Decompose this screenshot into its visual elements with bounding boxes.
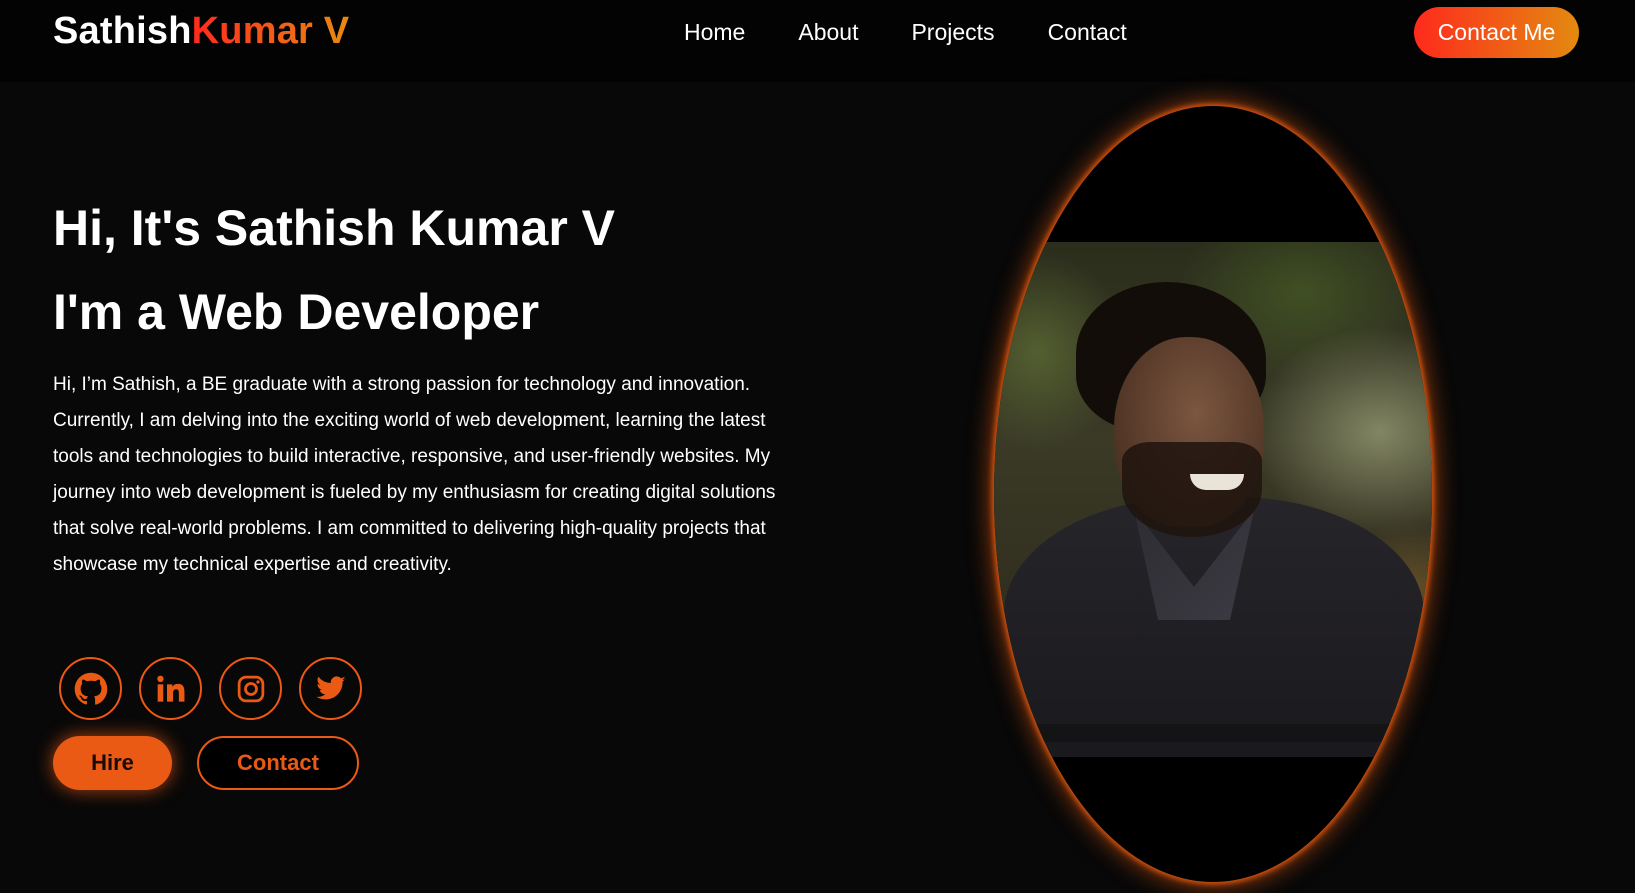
github-link[interactable] xyxy=(59,657,122,720)
photo-shirt-shape xyxy=(1004,497,1424,757)
twitter-icon xyxy=(315,675,346,699)
hire-button[interactable]: Hire xyxy=(53,736,172,790)
github-icon xyxy=(74,672,107,705)
brand-first-name: Sathish xyxy=(53,10,192,52)
nav-about-link[interactable]: About xyxy=(798,18,858,46)
social-links xyxy=(59,657,362,720)
linkedin-icon xyxy=(156,675,184,702)
nav-contact-link[interactable]: Contact xyxy=(1048,18,1127,46)
photo-bottom-band xyxy=(994,724,1432,742)
nav-projects-link[interactable]: Projects xyxy=(911,18,994,46)
profile-photo xyxy=(994,242,1432,757)
hero-greeting: Hi, It's Sathish Kumar V xyxy=(53,200,616,256)
instagram-icon xyxy=(237,675,264,702)
hero-role: I'm a Web Developer xyxy=(53,284,540,340)
photo-smile-shape xyxy=(1190,474,1244,490)
top-navbar: SathishKumar V Home About Projects Conta… xyxy=(0,0,1635,82)
contact-button[interactable]: Contact xyxy=(197,736,359,790)
brand-logo[interactable]: SathishKumar V xyxy=(53,10,349,53)
brand-last-name: Kumar V xyxy=(191,10,350,52)
instagram-link[interactable] xyxy=(219,657,282,720)
main-nav: Home About Projects Contact xyxy=(684,18,1180,46)
contact-me-button[interactable]: Contact Me xyxy=(1414,7,1579,58)
profile-portrait-frame xyxy=(994,106,1432,882)
twitter-link[interactable] xyxy=(299,657,362,720)
nav-home-link[interactable]: Home xyxy=(684,18,745,46)
photo-beard-shape xyxy=(1122,442,1262,537)
linkedin-link[interactable] xyxy=(139,657,202,720)
hero-bio: Hi, I’m Sathish, a BE graduate with a st… xyxy=(53,374,776,575)
